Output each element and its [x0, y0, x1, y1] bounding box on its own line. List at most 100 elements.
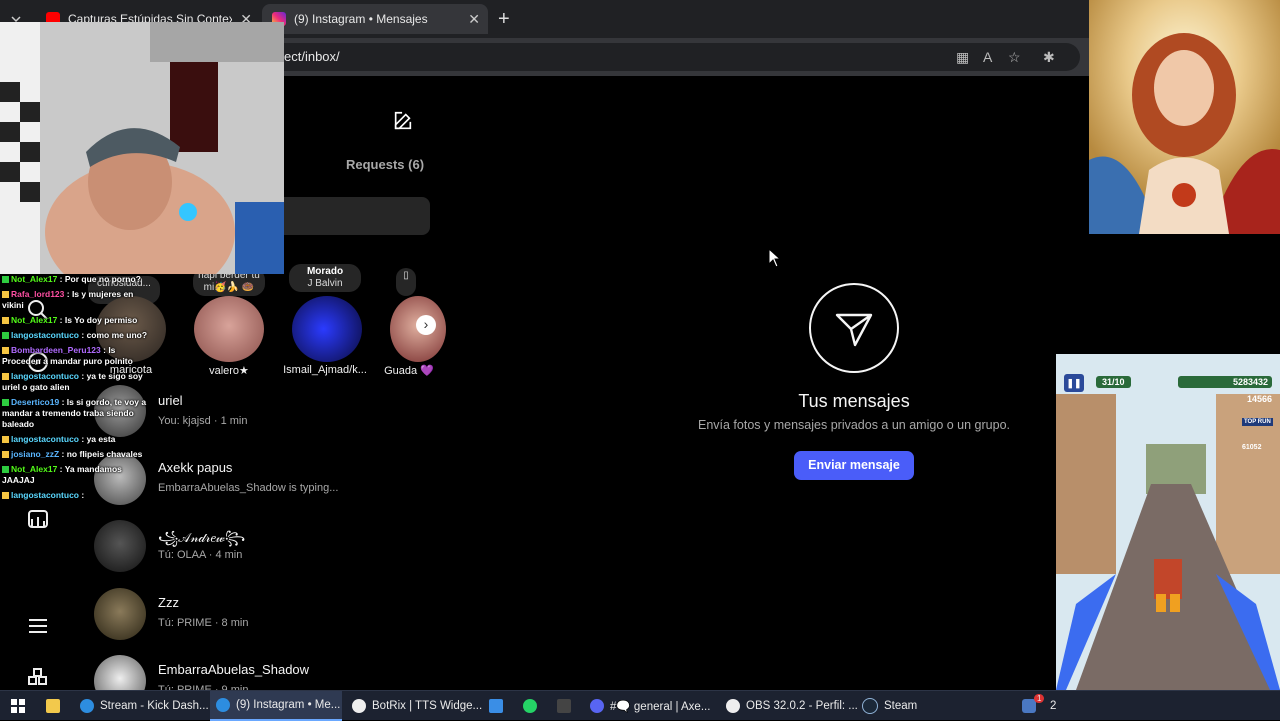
note-text: ▯: [403, 270, 409, 281]
conversation-preview: Tú: PRIME · 8 min: [158, 617, 249, 629]
app-available-icon[interactable]: ▦: [956, 49, 969, 66]
story-username: Guada 💜: [384, 365, 434, 377]
conversation-name[interactable]: Axekk papus: [158, 460, 232, 475]
file-explorer-icon[interactable]: [46, 691, 64, 721]
avatar[interactable]: [194, 296, 264, 362]
note-bubble[interactable]: ▯: [396, 268, 416, 296]
chat-text: : Por que no porno?: [57, 274, 141, 284]
chat-username: josiano_zzZ: [11, 449, 60, 459]
empty-state-subtitle: Envía fotos y mensajes privados a un ami…: [698, 418, 1010, 432]
chat-message: langostacontuco : como me uno?: [2, 330, 156, 341]
conversation-preview: You: kjajsd · 1 min: [158, 415, 248, 427]
chat-text: : como me uno?: [79, 330, 148, 340]
tray-text: 2: [1050, 700, 1057, 712]
start-button[interactable]: [8, 691, 28, 721]
chat-message: Not_Alex17 : Is Yo doy permiso: [2, 315, 156, 326]
taskbar-item[interactable]: #🗨️ general | Axe...: [590, 691, 714, 721]
chat-username: langostacontuco: [11, 490, 80, 500]
taskbar-item[interactable]: OBS 32.0.2 - Perfil: ...: [726, 691, 858, 721]
whatsapp-icon[interactable]: [523, 691, 539, 721]
notification-badge: 1: [1034, 694, 1045, 703]
chat-username: langostacontuco: [11, 371, 80, 381]
note-song-artist: J Balvin: [307, 278, 343, 289]
chat-badge-icon: [2, 276, 9, 284]
avatar[interactable]: [94, 520, 146, 572]
avatar[interactable]: [292, 296, 362, 362]
favorite-star-icon[interactable]: ☆: [1008, 49, 1021, 66]
chat-badge-icon: [2, 451, 9, 459]
tab-label: (9) Instagram • Mensajes: [294, 12, 428, 26]
chat-message: langostacontuco : ya te sigo soy uriel o…: [2, 371, 156, 393]
taskbar-item[interactable]: BotRix | TTS Widge...: [352, 691, 483, 721]
taskbar-item[interactable]: Steam: [862, 691, 922, 721]
chat-badge-icon: [2, 399, 9, 407]
send-message-button[interactable]: Enviar mensaje: [794, 451, 914, 480]
chat-badge-icon: [2, 317, 9, 325]
webcam-overlay: [0, 22, 284, 274]
chat-message: Not_Alex17 : Por que no porno?: [2, 274, 156, 285]
next-arrow-button[interactable]: ›: [416, 315, 436, 335]
edge-icon: [80, 699, 94, 713]
conversation-name[interactable]: uriel: [158, 393, 183, 408]
score-counter: 5283432: [1178, 376, 1272, 388]
taskbar-item-label: #🗨️ general | Axe...: [610, 701, 711, 713]
note-text: mi🥳🍌 🍩: [203, 282, 255, 293]
extensions-icon[interactable]: ✱: [1043, 49, 1055, 66]
chat-message: Rafa_lord123 : Is y mujeres en vikini: [2, 289, 156, 311]
painting-overlay-image: [1089, 0, 1280, 234]
chat-badge-icon: [2, 347, 9, 355]
note-song-title: Morado: [306, 266, 344, 277]
top-run-label: TOP RUN: [1242, 418, 1273, 426]
notification-icon[interactable]: 1: [1022, 691, 1045, 721]
empty-state-title: Tus mensajes: [798, 391, 910, 411]
chat-badge-icon: [2, 332, 9, 340]
apps-grid-icon[interactable]: [26, 666, 50, 690]
chat-message: josiano_zzZ : no flipeis chavales: [2, 449, 156, 460]
windows-icon: [11, 699, 25, 713]
search-input[interactable]: [284, 197, 430, 235]
taskbar-item[interactable]: Stream - Kick Dash...: [80, 691, 209, 721]
chat-username: langostacontuco: [11, 330, 80, 340]
conversation-name[interactable]: Zzz: [158, 595, 179, 610]
chat-message: langostacontuco :: [2, 490, 156, 501]
chat-badge-icon: [2, 373, 9, 381]
close-tab-icon[interactable]: ✕: [460, 11, 488, 28]
reels-icon[interactable]: [26, 507, 50, 531]
compose-icon: [394, 111, 412, 130]
taskbar-item-label: BotRix | TTS Widge...: [372, 700, 483, 712]
note-bubble[interactable]: Morado J Balvin: [289, 264, 361, 292]
chat-text: : ya esta: [79, 434, 116, 444]
botrix-icon: [352, 699, 366, 713]
obs-icon: [726, 699, 740, 713]
avatar[interactable]: [94, 588, 146, 640]
chat-badge-icon: [2, 291, 9, 299]
read-aloud-icon[interactable]: A: [983, 49, 992, 65]
chat-text: :: [79, 490, 85, 500]
requests-tab[interactable]: Requests (6): [346, 157, 424, 172]
chat-username: Not_Alex17: [11, 274, 58, 284]
terminal-icon[interactable]: [557, 691, 573, 721]
taskbar-item-label: OBS 32.0.2 - Perfil: ...: [746, 700, 858, 712]
pause-icon[interactable]: ❚❚: [1064, 374, 1084, 392]
mail-icon[interactable]: [489, 691, 505, 721]
conversation-name[interactable]: EmbarraAbuelas_Shadow: [158, 662, 309, 677]
chat-message: Bombardeen_Peru123 : Is Proceden a manda…: [2, 345, 156, 367]
discord-icon: [590, 699, 604, 713]
taskbar-item[interactable]: (9) Instagram • Me...: [210, 691, 342, 721]
messenger-paper-plane-icon: [809, 283, 899, 373]
windows-taskbar: Stream - Kick Dash... (9) Instagram • Me…: [0, 690, 1280, 721]
edge-icon: [216, 698, 230, 712]
new-tab-button[interactable]: +: [498, 4, 518, 34]
mouse-cursor-icon: [768, 247, 782, 273]
new-message-button[interactable]: [392, 110, 414, 132]
chat-username: Desertico19: [11, 397, 60, 407]
chat-badge-icon: [2, 436, 9, 444]
chat-username: Rafa_lord123: [11, 289, 65, 299]
chat-text: : Is Yo doy permiso: [57, 315, 138, 325]
conversation-preview: EmbarraAbuelas_Shadow is typing...: [158, 482, 339, 494]
tab-instagram[interactable]: (9) Instagram • Mensajes ✕: [262, 4, 488, 34]
coin-counter: 14566: [1246, 394, 1272, 404]
url-text[interactable]: ect/inbox/: [284, 49, 340, 64]
menu-hamburger-icon[interactable]: [26, 614, 50, 638]
taskbar-item-label: Stream - Kick Dash...: [100, 700, 209, 712]
